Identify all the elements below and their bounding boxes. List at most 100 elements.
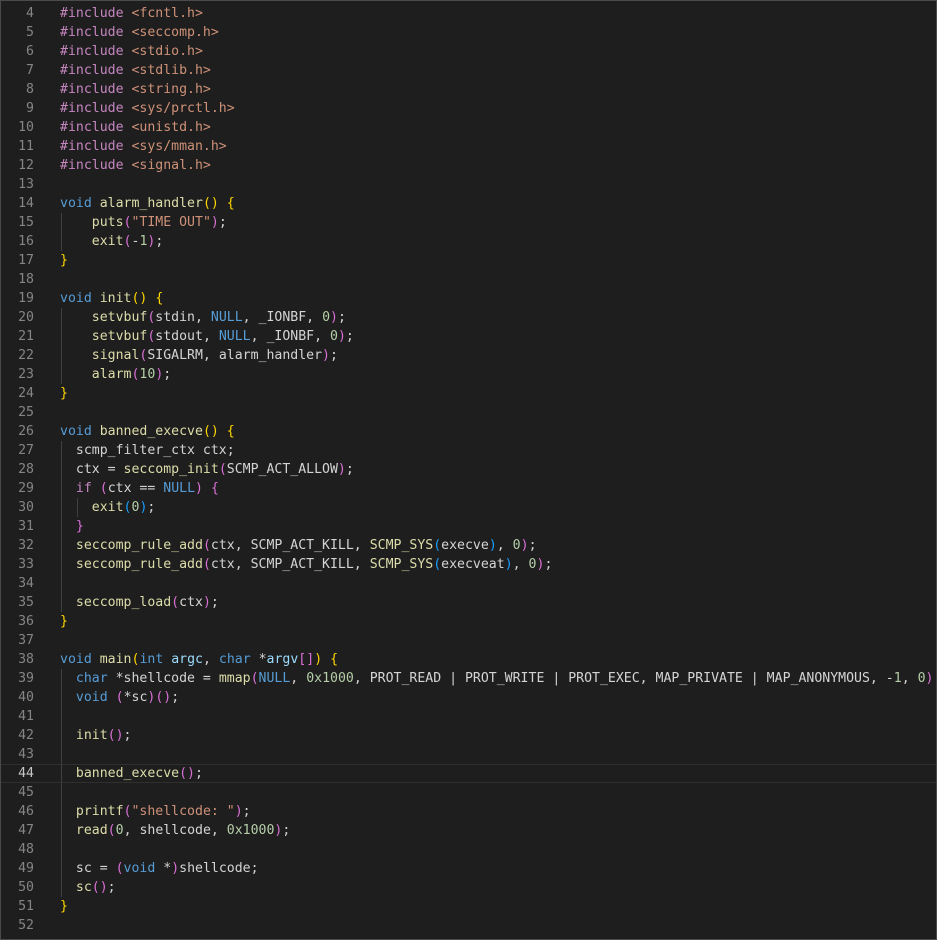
- line-number: 21: [18, 329, 34, 344]
- code-text: }: [60, 386, 68, 401]
- line-number: 13: [18, 177, 34, 192]
- line-number: 15: [18, 215, 34, 230]
- code-line[interactable]: 16 exit(-1);: [1, 232, 936, 251]
- line-number: 43: [18, 747, 34, 762]
- line-number: 29: [18, 481, 34, 496]
- code-text: #include <unistd.h>: [60, 120, 211, 135]
- code-line[interactable]: 17}: [1, 251, 936, 270]
- line-number: 16: [18, 234, 34, 249]
- code-line[interactable]: 26 void banned_execve() {: [1, 422, 936, 441]
- line-number: 37: [18, 633, 34, 648]
- code-text: seccomp_rule_add(ctx, SCMP_ACT_KILL, SCM…: [75, 557, 553, 572]
- code-text: #include <signal.h>: [60, 158, 211, 173]
- code-line[interactable]: 9 #include <sys/prctl.h>: [1, 99, 936, 118]
- code-text: sc = (void *)shellcode;: [60, 861, 259, 876]
- line-number: 26: [18, 424, 34, 439]
- code-line[interactable]: 41: [1, 707, 936, 726]
- code-text: void alarm_handler() {: [60, 196, 235, 211]
- code-line[interactable]: 6 #include <stdio.h>: [1, 42, 936, 61]
- code-text: exit(0);: [91, 500, 156, 515]
- code-line[interactable]: 30 exit(0);: [1, 498, 936, 517]
- indent-guide: [61, 840, 62, 859]
- code-line[interactable]: 15 puts("TIME OUT");: [1, 213, 936, 232]
- code-line[interactable]: 18: [1, 270, 936, 289]
- code-line[interactable]: 50 sc();: [1, 878, 936, 897]
- line-number: 35: [18, 595, 34, 610]
- code-line[interactable]: 8 #include <string.h>: [1, 80, 936, 99]
- code-line[interactable]: 46 printf("shellcode: ");: [1, 802, 936, 821]
- code-text: read(0, shellcode, 0x1000);: [75, 823, 291, 838]
- code-line[interactable]: 27 scmp_filter_ctx ctx;: [1, 441, 936, 460]
- code-line[interactable]: 49 sc = (void *)shellcode;: [1, 859, 936, 878]
- line-number: 10: [18, 120, 34, 135]
- code-text: sc();: [75, 880, 116, 895]
- code-line[interactable]: 25: [1, 403, 936, 422]
- code-line[interactable]: 31 }: [1, 517, 936, 536]
- code-line[interactable]: 28 ctx = seccomp_init(SCMP_ACT_ALLOW);: [1, 460, 936, 479]
- line-number: 12: [18, 158, 34, 173]
- code-line[interactable]: 37: [1, 631, 936, 650]
- line-number: 44: [18, 766, 34, 781]
- code-text: #include <sys/mman.h>: [60, 139, 227, 154]
- line-number: 33: [18, 557, 34, 572]
- code-line[interactable]: 47 read(0, shellcode, 0x1000);: [1, 821, 936, 840]
- line-number: 50: [18, 880, 34, 895]
- code-text: seccomp_rule_add(ctx, SCMP_ACT_KILL, SCM…: [75, 538, 537, 553]
- code-text: #include <stdlib.h>: [60, 63, 211, 78]
- line-number: 42: [18, 728, 34, 743]
- code-line[interactable]: 45: [1, 783, 936, 802]
- code-text: #include <stdio.h>: [60, 44, 203, 59]
- line-number: 51: [18, 899, 34, 914]
- line-number: 19: [18, 291, 34, 306]
- code-line[interactable]: 39 char *shellcode = mmap(NULL, 0x1000, …: [1, 669, 936, 688]
- code-line[interactable]: 51}: [1, 897, 936, 916]
- code-text: char *shellcode = mmap(NULL, 0x1000, PRO…: [75, 671, 936, 686]
- code-line[interactable]: 38 void main(int argc, char *argv[]) {: [1, 650, 936, 669]
- code-line[interactable]: 29 if (ctx == NULL) {: [1, 479, 936, 498]
- code-line[interactable]: 42 init();: [1, 726, 936, 745]
- code-line[interactable]: 43: [1, 745, 936, 764]
- code-line[interactable]: 33 seccomp_rule_add(ctx, SCMP_ACT_KILL, …: [1, 555, 936, 574]
- line-number: 40: [18, 690, 34, 705]
- code-text: void (*sc)();: [75, 690, 180, 705]
- line-number: 27: [18, 443, 34, 458]
- line-number: 46: [18, 804, 34, 819]
- line-number: 28: [18, 462, 34, 477]
- code-line[interactable]: 34: [1, 574, 936, 593]
- code-line[interactable]: 5 #include <seccomp.h>: [1, 23, 936, 42]
- code-line[interactable]: 20 setvbuf(stdin, NULL, _IONBF, 0);: [1, 308, 936, 327]
- code-editor[interactable]: 4 #include <fcntl.h> 5 #include <seccomp.h>…: [0, 0, 937, 940]
- code-line[interactable]: 35 seccomp_load(ctx);: [1, 593, 936, 612]
- code-line[interactable]: 7 #include <stdlib.h>: [1, 61, 936, 80]
- code-line[interactable]: 24}: [1, 384, 936, 403]
- code-text: }: [75, 519, 84, 534]
- indent-guide: [61, 707, 62, 726]
- code-line[interactable]: 22 signal(SIGALRM, alarm_handler);: [1, 346, 936, 365]
- line-number: 8: [26, 82, 34, 97]
- code-line[interactable]: 48: [1, 840, 936, 859]
- line-number: 49: [18, 861, 34, 876]
- line-number: 34: [18, 576, 34, 591]
- code-text: setvbuf(stdin, NULL, _IONBF, 0);: [91, 310, 346, 325]
- code-line[interactable]: 36}: [1, 612, 936, 631]
- code-line[interactable]: 32 seccomp_rule_add(ctx, SCMP_ACT_KILL, …: [1, 536, 936, 555]
- code-line[interactable]: 21 setvbuf(stdout, NULL, _IONBF, 0);: [1, 327, 936, 346]
- code-text: exit(-1);: [91, 234, 164, 249]
- code-line[interactable]: 4 #include <fcntl.h>: [1, 4, 936, 23]
- line-number: 7: [26, 63, 34, 78]
- line-number: 17: [18, 253, 34, 268]
- code-line[interactable]: 19 void init() {: [1, 289, 936, 308]
- code-line[interactable]: 52: [1, 916, 936, 935]
- code-line[interactable]: 11 #include <sys/mman.h>: [1, 137, 936, 156]
- code-line[interactable]: 12 #include <signal.h>: [1, 156, 936, 175]
- code-line[interactable]: 40 void (*sc)();: [1, 688, 936, 707]
- code-line[interactable]: 10 #include <unistd.h>: [1, 118, 936, 137]
- line-number: 11: [18, 139, 34, 154]
- code-line[interactable]: 14 void alarm_handler() {: [1, 194, 936, 213]
- code-line[interactable]: 44 banned_execve();: [1, 764, 936, 783]
- code-text: ctx = seccomp_init(SCMP_ACT_ALLOW);: [60, 462, 354, 477]
- code-line[interactable]: 23 alarm(10);: [1, 365, 936, 384]
- code-line[interactable]: 13: [1, 175, 936, 194]
- line-number: 48: [18, 842, 34, 857]
- code-text: #include <fcntl.h>: [60, 6, 203, 21]
